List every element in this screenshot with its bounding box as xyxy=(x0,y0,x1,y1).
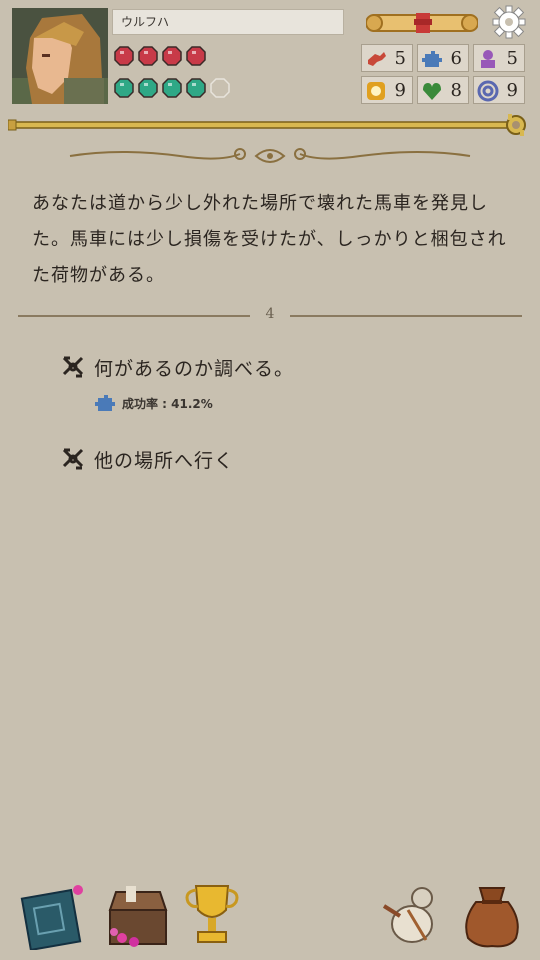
stat-green-heart[interactable]: 8 xyxy=(417,76,469,104)
quest-scroll-icon[interactable] xyxy=(365,9,479,37)
purple-figure-icon xyxy=(481,50,495,68)
character-sack-icon[interactable] xyxy=(378,880,448,954)
stat-value: 6 xyxy=(450,48,462,69)
stat-value: 9 xyxy=(506,80,518,101)
character-portrait[interactable] xyxy=(12,8,108,104)
spirit-gem xyxy=(186,78,206,98)
blue-puzzle-icon xyxy=(422,51,442,67)
stat-red-arm[interactable]: 5 xyxy=(361,44,413,72)
stat-value: 5 xyxy=(506,48,518,69)
player-name: ウルフハ xyxy=(112,9,344,35)
treasure-chest-icon[interactable] xyxy=(102,880,172,954)
choice-leave[interactable]: 他の場所へ行く xyxy=(60,444,234,474)
spirit-gem xyxy=(114,78,134,98)
health-gem xyxy=(186,46,206,66)
choice-label: 何があるのか調べる。 xyxy=(94,357,295,380)
health-gem xyxy=(114,46,134,66)
stat-blue-rings[interactable]: 9 xyxy=(473,76,525,104)
stat-value: 8 xyxy=(450,80,462,101)
settings-gear-icon[interactable] xyxy=(492,5,526,39)
stat-value: 5 xyxy=(394,48,406,69)
success-rate-label: 成功率 : 41.2% xyxy=(122,396,213,411)
inventory-bag-icon[interactable] xyxy=(460,880,524,954)
trophy-icon[interactable] xyxy=(182,880,242,954)
green-heart-icon xyxy=(423,83,441,100)
choice-investigate[interactable]: 何があるのか調べる。 xyxy=(60,352,294,382)
stat-gold-coin[interactable]: 9 xyxy=(361,76,413,104)
knot-icon xyxy=(62,356,84,378)
spirit-gem xyxy=(210,78,230,98)
spirit-gem xyxy=(162,78,182,98)
red-arm-icon xyxy=(368,52,386,66)
decorative-ornament xyxy=(60,142,480,170)
stat-purple-figure[interactable]: 5 xyxy=(473,44,525,72)
health-gem xyxy=(138,46,158,66)
spirit-gem xyxy=(138,78,158,98)
stat-blue-puzzle[interactable]: 6 xyxy=(417,44,469,72)
choice-label: 他の場所へ行く xyxy=(94,449,235,472)
book-icon[interactable] xyxy=(20,880,90,954)
stat-value: 9 xyxy=(394,80,406,101)
progress-staff xyxy=(7,114,530,136)
page-number: 4 xyxy=(265,306,275,322)
blue-rings-icon xyxy=(477,80,499,102)
gold-coin-icon xyxy=(367,82,385,100)
blue-puzzle-icon xyxy=(95,395,115,411)
story-text: あなたは道から少し外れた場所で壊れた馬車を発見した。馬車には少し損傷を受けたが、… xyxy=(32,193,507,286)
knot-icon xyxy=(62,448,84,470)
success-rate: 成功率 : 41.2% xyxy=(94,392,213,414)
health-gem xyxy=(162,46,182,66)
